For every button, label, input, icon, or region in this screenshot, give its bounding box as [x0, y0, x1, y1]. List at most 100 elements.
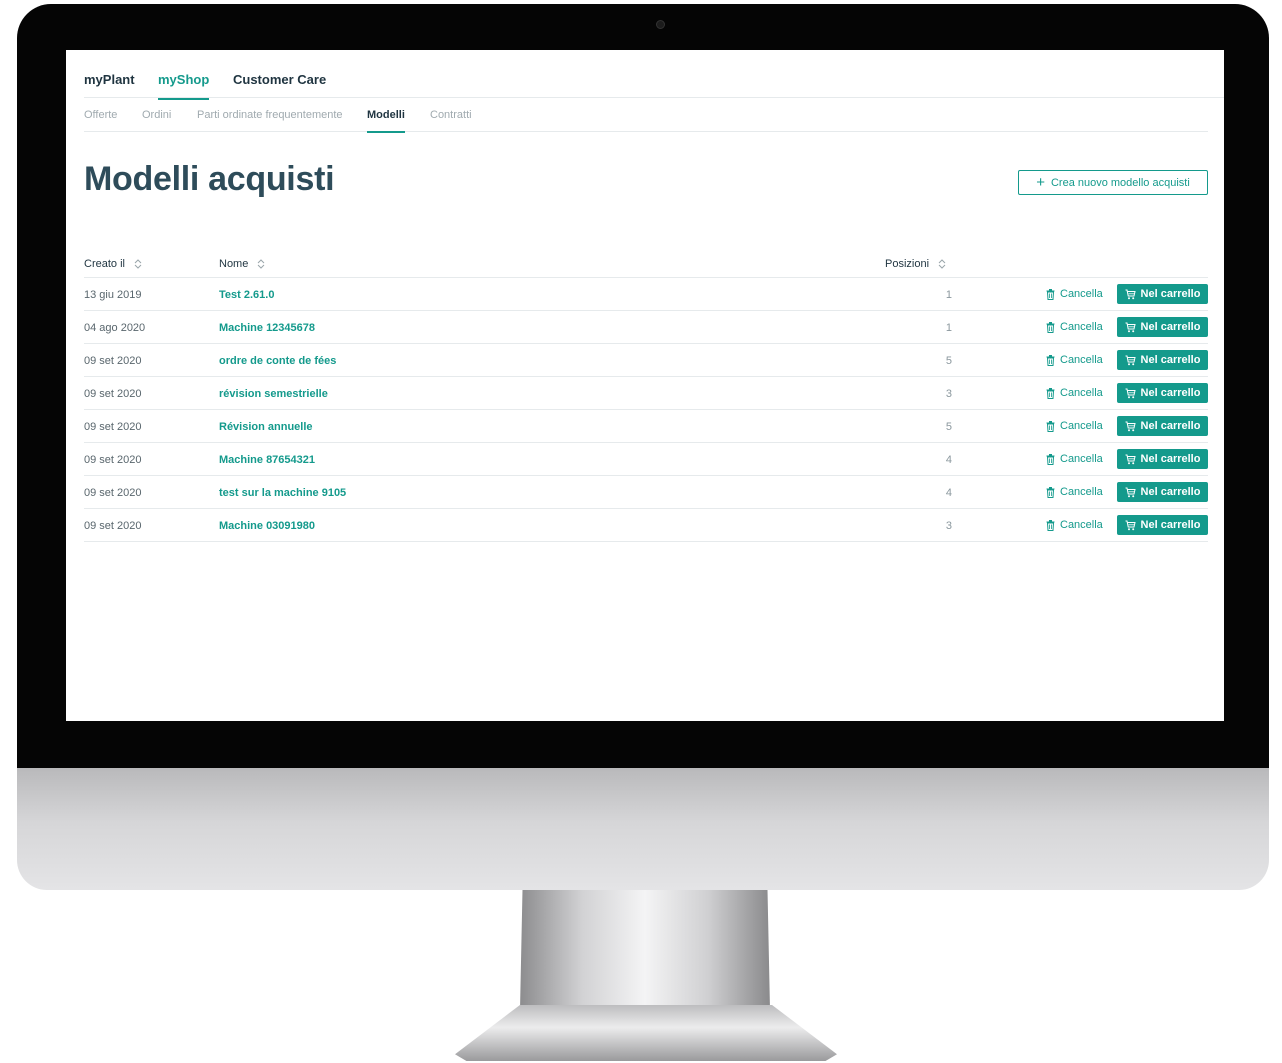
- row-positions-count: 5: [945, 421, 952, 433]
- create-template-button[interactable]: + Crea nuovo modello acquisti: [1018, 170, 1208, 195]
- row-delete-button[interactable]: Cancella: [1046, 387, 1103, 399]
- row-positions-count: 4: [945, 454, 952, 466]
- row-positions-count: 1: [945, 289, 952, 301]
- subnav-modelli[interactable]: Modelli: [367, 109, 405, 133]
- row-delete-button[interactable]: Cancella: [1046, 354, 1103, 366]
- cart-icon: [1125, 289, 1136, 299]
- row-positions-count: 3: [945, 388, 952, 400]
- column-header-positions[interactable]: Posizioni: [885, 258, 946, 270]
- column-header-name[interactable]: Nome: [219, 258, 265, 270]
- table-row: 13 giu 2019 Test 2.61.0 1 Cancella Nel c…: [84, 278, 1208, 311]
- row-created-date: 09 set 2020: [84, 355, 142, 367]
- row-template-name-link[interactable]: Machine 03091980: [219, 520, 315, 532]
- table-body: 13 giu 2019 Test 2.61.0 1 Cancella Nel c…: [84, 278, 1208, 542]
- row-add-to-cart-button[interactable]: Nel carrello: [1117, 416, 1208, 436]
- row-add-to-cart-button[interactable]: Nel carrello: [1117, 482, 1208, 502]
- trash-icon: [1046, 387, 1055, 399]
- row-created-date: 09 set 2020: [84, 454, 142, 466]
- row-delete-label: Cancella: [1060, 453, 1103, 465]
- row-add-to-cart-label: Nel carrello: [1140, 288, 1201, 300]
- row-add-to-cart-label: Nel carrello: [1140, 420, 1201, 432]
- table-row: 09 set 2020 ordre de conte de fées 5 Can…: [84, 344, 1208, 377]
- page-title: Modelli acquisti: [84, 160, 335, 198]
- row-add-to-cart-button[interactable]: Nel carrello: [1117, 350, 1208, 370]
- row-add-to-cart-label: Nel carrello: [1140, 453, 1201, 465]
- row-delete-label: Cancella: [1060, 321, 1103, 333]
- row-add-to-cart-label: Nel carrello: [1140, 486, 1201, 498]
- row-add-to-cart-label: Nel carrello: [1140, 354, 1201, 366]
- subnav-ordini[interactable]: Ordini: [142, 109, 171, 131]
- trash-icon: [1046, 354, 1055, 366]
- column-label-name: Nome: [219, 258, 249, 270]
- row-template-name-link[interactable]: Machine 87654321: [219, 454, 315, 466]
- row-template-name-link[interactable]: test sur la machine 9105: [219, 487, 346, 499]
- app-screen: myPlant myShop Customer Care Offerte Ord…: [66, 50, 1224, 721]
- row-created-date: 09 set 2020: [84, 421, 142, 433]
- trash-icon: [1046, 321, 1055, 333]
- cart-icon: [1125, 454, 1136, 464]
- row-template-name-link[interactable]: Machine 12345678: [219, 322, 315, 334]
- cart-icon: [1125, 322, 1136, 332]
- row-created-date: 09 set 2020: [84, 520, 142, 532]
- row-delete-button[interactable]: Cancella: [1046, 321, 1103, 333]
- row-add-to-cart-label: Nel carrello: [1140, 321, 1201, 333]
- row-positions-count: 4: [945, 487, 952, 499]
- trash-icon: [1046, 519, 1055, 531]
- subnav-parti-ordinate[interactable]: Parti ordinate frequentemente: [197, 109, 343, 131]
- table-row: 09 set 2020 Révision annuelle 5 Cancella…: [84, 410, 1208, 443]
- row-created-date: 13 giu 2019: [84, 289, 142, 301]
- row-template-name-link[interactable]: Test 2.61.0: [219, 289, 274, 301]
- column-label-positions: Posizioni: [885, 258, 930, 270]
- row-template-name-link[interactable]: ordre de conte de fées: [219, 355, 336, 367]
- row-created-date: 09 set 2020: [84, 487, 142, 499]
- table-row: 09 set 2020 Machine 87654321 4 Cancella …: [84, 443, 1208, 476]
- row-template-name-link[interactable]: révision semestrielle: [219, 388, 328, 400]
- trash-icon: [1046, 420, 1055, 432]
- row-positions-count: 5: [945, 355, 952, 367]
- table-header: Creato il Nome Posizioni: [84, 250, 1208, 278]
- row-delete-button[interactable]: Cancella: [1046, 420, 1103, 432]
- row-delete-button[interactable]: Cancella: [1046, 486, 1103, 498]
- sort-icon: [938, 259, 946, 269]
- top-navigation: myPlant myShop Customer Care: [84, 50, 1224, 100]
- row-add-to-cart-button[interactable]: Nel carrello: [1117, 515, 1208, 535]
- topnav-customer-care[interactable]: Customer Care: [233, 72, 326, 98]
- subnav-offerte[interactable]: Offerte: [84, 109, 117, 131]
- row-delete-button[interactable]: Cancella: [1046, 519, 1103, 531]
- row-delete-label: Cancella: [1060, 486, 1103, 498]
- trash-icon: [1046, 288, 1055, 300]
- row-add-to-cart-button[interactable]: Nel carrello: [1117, 449, 1208, 469]
- row-positions-count: 1: [945, 322, 952, 334]
- row-delete-label: Cancella: [1060, 420, 1103, 432]
- cart-icon: [1125, 355, 1136, 365]
- monitor-stand: [520, 890, 770, 1010]
- sub-navigation: Offerte Ordini Parti ordinate frequentem…: [84, 98, 1208, 133]
- topnav-myplant[interactable]: myPlant: [84, 72, 135, 98]
- row-template-name-link[interactable]: Révision annuelle: [219, 421, 313, 433]
- row-delete-button[interactable]: Cancella: [1046, 453, 1103, 465]
- row-add-to-cart-button[interactable]: Nel carrello: [1117, 317, 1208, 337]
- cart-icon: [1125, 421, 1136, 431]
- topnav-myshop[interactable]: myShop: [158, 72, 210, 100]
- trash-icon: [1046, 453, 1055, 465]
- row-delete-label: Cancella: [1060, 354, 1103, 366]
- cart-icon: [1125, 388, 1136, 398]
- monitor-base: [455, 1005, 837, 1061]
- table-row: 09 set 2020 révision semestrielle 3 Canc…: [84, 377, 1208, 410]
- column-header-created[interactable]: Creato il: [84, 258, 142, 270]
- row-delete-button[interactable]: Cancella: [1046, 288, 1103, 300]
- row-add-to-cart-button[interactable]: Nel carrello: [1117, 383, 1208, 403]
- table-row: 09 set 2020 test sur la machine 9105 4 C…: [84, 476, 1208, 509]
- row-add-to-cart-button[interactable]: Nel carrello: [1117, 284, 1208, 304]
- row-created-date: 09 set 2020: [84, 388, 142, 400]
- table-row: 04 ago 2020 Machine 12345678 1 Cancella …: [84, 311, 1208, 344]
- create-template-label: Crea nuovo modello acquisti: [1050, 176, 1190, 189]
- column-label-created: Creato il: [84, 258, 125, 270]
- row-delete-label: Cancella: [1060, 519, 1103, 531]
- sort-icon: [134, 259, 142, 269]
- row-delete-label: Cancella: [1060, 288, 1103, 300]
- templates-table: Creato il Nome Posizioni 13 giu 2019 Tes…: [84, 250, 1208, 542]
- subnav-contratti[interactable]: Contratti: [430, 109, 472, 131]
- sort-icon: [257, 259, 265, 269]
- table-row: 09 set 2020 Machine 03091980 3 Cancella …: [84, 509, 1208, 542]
